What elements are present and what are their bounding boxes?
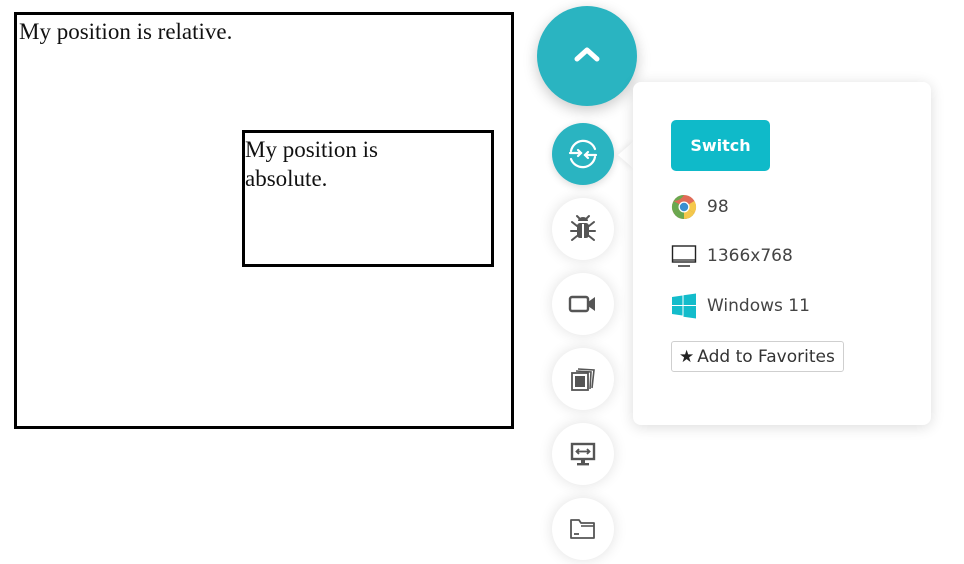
gallery-icon — [568, 364, 598, 394]
bug-icon — [567, 213, 599, 245]
browser-version-row: 98 — [671, 194, 729, 220]
folder-icon — [568, 516, 598, 542]
switch-arrows-icon — [565, 136, 601, 172]
resolution-button[interactable] — [552, 423, 614, 485]
browser-version: 98 — [707, 197, 729, 217]
resolution-value: 1366x768 — [707, 246, 793, 266]
os-row: Windows 11 — [671, 293, 810, 319]
relative-box-text: My position is relative. — [19, 19, 233, 44]
switch-browser-button[interactable] — [552, 123, 614, 185]
record-video-button[interactable] — [552, 273, 614, 335]
windows-icon — [671, 293, 697, 319]
collapse-toolbar-button[interactable] — [537, 6, 637, 106]
switch-button[interactable]: Switch — [671, 120, 770, 171]
panel-pointer — [618, 141, 634, 169]
video-camera-icon — [568, 293, 598, 315]
star-icon: ★ — [679, 346, 695, 367]
os-value: Windows 11 — [707, 296, 810, 316]
resolution-row: 1366x768 — [671, 243, 793, 269]
relative-position-box: My position is relative. My position is … — [14, 12, 514, 429]
chevron-up-icon — [574, 46, 600, 67]
add-to-favorites-label: Add to Favorites — [697, 346, 835, 367]
chrome-icon — [671, 194, 697, 220]
monitor-icon — [671, 243, 697, 269]
add-to-favorites-button[interactable]: ★ Add to Favorites — [671, 341, 844, 372]
switch-browser-panel: Switch 98 1366x768 Windows 11 ★ Add to F… — [633, 82, 931, 425]
screenshots-button[interactable] — [552, 348, 614, 410]
monitor-resize-icon — [569, 440, 597, 468]
absolute-position-box: My position is absolute. — [242, 130, 494, 267]
bug-report-button[interactable] — [552, 198, 614, 260]
absolute-box-text: My position is absolute. — [245, 137, 378, 191]
files-button[interactable] — [552, 498, 614, 560]
